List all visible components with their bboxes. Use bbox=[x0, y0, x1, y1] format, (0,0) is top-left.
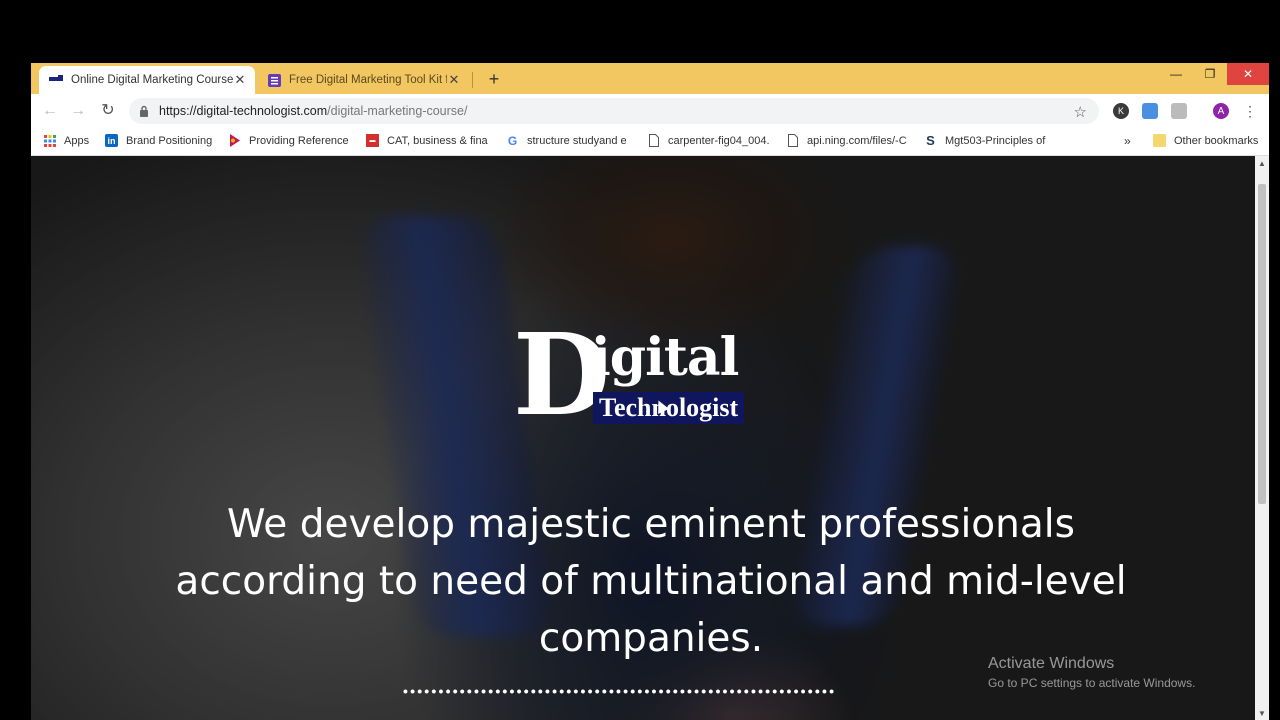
bookmark-label: CAT, business & fina bbox=[387, 134, 488, 147]
restore-icon[interactable]: ❐ bbox=[1193, 63, 1227, 85]
page-hero: D igital Technologist We develop majesti… bbox=[31, 156, 1255, 720]
watermark-title: Activate Windows bbox=[988, 655, 1115, 672]
hero-dotted-divider: ••••••••••••••••••••••••••••••••••••••••… bbox=[403, 683, 837, 699]
bookmark-label: structure studyand e bbox=[527, 134, 627, 147]
bookmark-star-icon[interactable]: ☆ bbox=[1074, 103, 1087, 121]
scroll-up-icon[interactable]: ▲ bbox=[1255, 159, 1269, 168]
bookmark-providing-reference[interactable]: Providing Reference bbox=[228, 134, 349, 147]
bookmarks-overflow-button[interactable]: » bbox=[1124, 134, 1131, 148]
bookmark-other-bookmarks[interactable]: Other bookmarks bbox=[1153, 134, 1258, 147]
bookmark-apps[interactable]: Apps bbox=[43, 134, 89, 147]
lock-icon bbox=[140, 105, 148, 117]
linkedin-icon: in bbox=[105, 134, 118, 147]
google-icon: G bbox=[507, 133, 518, 148]
folder-icon bbox=[1153, 134, 1166, 147]
tab-close-icon[interactable]: ✕ bbox=[233, 72, 247, 88]
reload-icon[interactable]: ↻ bbox=[99, 102, 117, 120]
address-bar[interactable]: https://digital-technologist.com/digital… bbox=[129, 98, 1099, 124]
minimize-icon[interactable]: — bbox=[1159, 63, 1193, 85]
scribd-icon: S bbox=[926, 133, 935, 148]
url-path: /digital-marketing-course/ bbox=[327, 104, 468, 118]
site-favicon-icon bbox=[49, 73, 63, 87]
digital-technologist-logo[interactable]: D igital Technologist bbox=[513, 320, 783, 436]
forms-favicon-icon bbox=[267, 73, 281, 87]
scrollbar-thumb[interactable] bbox=[1258, 184, 1266, 504]
bookmark-label: Apps bbox=[64, 134, 90, 147]
bookmark-mgt503[interactable]: S Mgt503-Principles of bbox=[924, 133, 1046, 148]
tab-close-icon[interactable]: ✕ bbox=[447, 72, 461, 88]
bookmark-api-ning[interactable]: api.ning.com/files/-C bbox=[786, 134, 907, 147]
page-scrollbar[interactable]: ▲ ▼ bbox=[1255, 156, 1269, 720]
url-host: https://digital-technologist.com bbox=[159, 104, 328, 118]
menu-kebab-icon[interactable]: ⋮ bbox=[1241, 102, 1259, 120]
tab-separator bbox=[472, 72, 473, 88]
bookmark-cat-business[interactable]: ▬ CAT, business & fina bbox=[366, 134, 488, 147]
window-close-icon[interactable]: ✕ bbox=[1227, 63, 1269, 85]
tab-free-toolkit[interactable]: Free Digital Marketing Tool Kit fo ✕ bbox=[257, 66, 469, 94]
tab-title: Online Digital Marketing Course bbox=[71, 74, 233, 86]
bookmark-label: Mgt503-Principles of bbox=[945, 134, 1046, 147]
window-controls: — ❐ ✕ bbox=[1159, 63, 1269, 85]
bookmark-brand-positioning[interactable]: in Brand Positioning bbox=[105, 134, 212, 147]
site-icon: ▬ bbox=[366, 134, 379, 147]
slides-icon bbox=[228, 134, 241, 147]
extension-k-icon[interactable]: K bbox=[1113, 103, 1129, 119]
bookmark-label: carpenter-fig04_004. bbox=[668, 134, 770, 147]
windows-activation-watermark: Activate Windows Go to PC settings to ac… bbox=[988, 655, 1195, 690]
hero-headline: We develop majestic eminent professional… bbox=[175, 502, 1127, 661]
scroll-down-icon[interactable]: ▼ bbox=[1255, 709, 1269, 718]
url-text: https://digital-technologist.com/digital… bbox=[159, 104, 467, 118]
bookmark-label: Brand Positioning bbox=[126, 134, 213, 147]
forward-arrow-icon[interactable]: → bbox=[69, 102, 87, 120]
document-icon bbox=[786, 134, 799, 147]
apps-grid-icon bbox=[43, 134, 56, 147]
back-arrow-icon[interactable]: ← bbox=[41, 102, 59, 120]
extension-screen-icon[interactable] bbox=[1142, 103, 1158, 119]
bookmark-label: api.ning.com/files/-C bbox=[807, 134, 907, 147]
tab-strip: Online Digital Marketing Course ✕ Free D… bbox=[31, 63, 1269, 94]
extension-grid-icon[interactable] bbox=[1171, 103, 1187, 119]
bookmarks-bar: Apps in Brand Positioning Providing Refe… bbox=[31, 128, 1269, 156]
document-icon bbox=[647, 134, 660, 147]
browser-toolbar: ← → ↻ https://digital-technologist.com/d… bbox=[31, 94, 1269, 128]
logo-word-igital: igital bbox=[591, 327, 739, 388]
bookmark-label: Other bookmarks bbox=[1174, 134, 1259, 147]
bookmark-structure-study[interactable]: G structure studyand e bbox=[506, 133, 627, 148]
tab-title: Free Digital Marketing Tool Kit fo bbox=[289, 74, 447, 86]
browser-window: Online Digital Marketing Course ✕ Free D… bbox=[31, 63, 1269, 720]
tab-online-digital-marketing[interactable]: Online Digital Marketing Course ✕ bbox=[39, 66, 255, 94]
bookmark-carpenter-fig[interactable]: carpenter-fig04_004. bbox=[647, 134, 770, 147]
watermark-subtitle: Go to PC settings to activate Windows. bbox=[988, 676, 1196, 690]
new-tab-button[interactable]: + bbox=[483, 68, 505, 90]
bookmark-label: Providing Reference bbox=[249, 134, 349, 147]
profile-avatar[interactable]: A bbox=[1213, 103, 1229, 119]
